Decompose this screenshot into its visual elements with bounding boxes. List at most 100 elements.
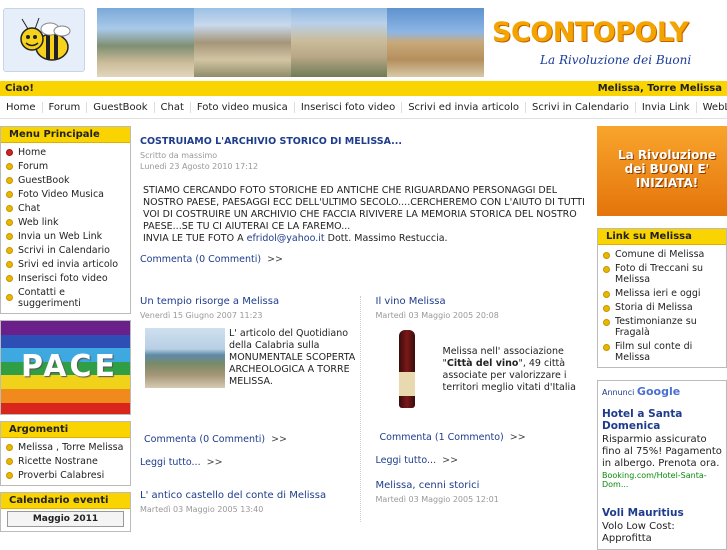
link-treccani[interactable]: Foto di Treccani su Melissa	[598, 261, 726, 286]
link-comune[interactable]: Comune di Melissa	[598, 247, 726, 261]
nav-foto-video-musica[interactable]: Foto video musica	[191, 102, 295, 113]
photo-town-houses	[290, 8, 388, 77]
bullet-icon	[6, 176, 13, 184]
main-article-title[interactable]: COSTRUIAMO L'ARCHIVIO STORICO DI MELISSA…	[140, 136, 588, 147]
nav-forum[interactable]: Forum	[43, 102, 88, 113]
comments-label: Commenta (1 Commento)	[379, 432, 504, 443]
read-more-tempio[interactable]: Leggi tutto... >>	[140, 457, 353, 468]
header-photo-strip	[97, 8, 484, 77]
photo-coast	[97, 8, 194, 77]
scontopoly-promo-banner[interactable]: La Rivoluzione dei BUONI E' INIZIATA!	[597, 126, 727, 216]
nav-inserisci-foto-video[interactable]: Inserisci foto video	[295, 102, 403, 113]
nav-weblink[interactable]: WebLink	[697, 102, 727, 113]
menu-item-label: Inserisci foto video	[18, 272, 108, 284]
scontopoly-logo[interactable]: SCONTOPOLY	[492, 17, 722, 48]
wine-bottle-icon	[398, 330, 415, 408]
nav-invia-link[interactable]: Invia Link	[636, 102, 697, 113]
sea-thumbnail[interactable]	[145, 328, 225, 388]
pace-flag-banner[interactable]: PACE	[0, 320, 131, 415]
argomenti-item-melissa[interactable]: Melissa , Torre Melissa	[1, 440, 130, 454]
main-article-send: INVIA LE TUE FOTO A efridol@yahoo.it Dot…	[143, 233, 585, 245]
wine-bottle-thumbnail[interactable]	[376, 328, 437, 410]
menu-item-forum[interactable]: Forum	[1, 159, 130, 173]
menu-item-guestbook[interactable]: GuestBook	[1, 173, 130, 187]
article-title-tempio[interactable]: Un tempio risorge a Melissa	[140, 296, 353, 307]
menu-item-label: Forum	[18, 160, 49, 172]
arrow-icon: >>	[206, 457, 223, 468]
bullet-icon	[6, 204, 13, 212]
ad-title-voli[interactable]: Voli Mauritius	[602, 507, 722, 519]
photo-tower	[387, 8, 484, 77]
menu-item-invia-articolo[interactable]: Srivi ed invia articolo	[1, 257, 130, 271]
menu-item-label: GuestBook	[18, 174, 70, 186]
argomenti-item-proverbi[interactable]: Proverbi Calabresi	[1, 468, 130, 482]
left-sidebar: Menu Principale Home Forum GuestBook Fot…	[0, 126, 131, 538]
menu-item-label: Foto Video Musica	[18, 188, 104, 200]
bullet-icon	[6, 218, 13, 226]
wine-label-icon	[398, 372, 415, 396]
ads-label[interactable]: Annunci Google	[602, 385, 722, 398]
email-link[interactable]: efridol@yahoo.it	[247, 233, 325, 244]
bullet-icon	[6, 471, 13, 479]
menu-item-label: Srivi ed invia articolo	[18, 258, 119, 270]
bullet-icon	[603, 318, 610, 326]
link-ieri-oggi[interactable]: Melissa ieri e oggi	[598, 286, 726, 300]
menu-item-label: Contatti e suggerimenti	[18, 286, 81, 309]
calendar-month-header[interactable]: Maggio 2011	[7, 511, 124, 527]
menu-principale-title: Menu Principale	[1, 127, 130, 143]
article-comments-tempio[interactable]: Commenta (0 Commenti) >>	[144, 434, 349, 445]
ads-label-text: Annunci	[602, 388, 635, 397]
article-date-castello: Martedì 03 Maggio 2005 13:40	[140, 505, 264, 514]
article-column-right: Il vino Melissa Martedì 03 Maggio 2005 2…	[361, 296, 596, 522]
calendario-title: Calendario eventi	[1, 493, 130, 509]
menu-item-home[interactable]: Home	[1, 145, 130, 159]
link-label: Foto di Treccani su Melissa	[615, 262, 704, 285]
menu-item-web-link[interactable]: Web link	[1, 215, 130, 229]
menu-item-inserisci-foto-video[interactable]: Inserisci foto video	[1, 271, 130, 285]
send-suffix: Dott. Massimo Restuccia.	[324, 233, 448, 244]
calendario-box: Calendario eventi Maggio 2011	[0, 492, 131, 532]
nav-guestbook[interactable]: GuestBook	[87, 102, 155, 113]
ad-title-hotel[interactable]: Hotel a Santa Domenica	[602, 408, 722, 432]
bee-logo[interactable]	[3, 8, 85, 72]
link-film-conte[interactable]: Film sul conte di Melissa	[598, 339, 726, 364]
comments-label: Commenta (0 Commenti)	[140, 254, 262, 265]
ad-text-hotel: Risparmio assicurato fino al 75%! Pagame…	[602, 434, 722, 469]
pace-stripe-purple	[1, 321, 130, 335]
nav-home[interactable]: Home	[0, 102, 43, 113]
bullet-icon	[6, 148, 13, 156]
menu-item-invia-web-link[interactable]: Invia un Web Link	[1, 229, 130, 243]
google-ads-box: Annunci Google Hotel a Santa Domenica Ri…	[597, 380, 727, 550]
pace-stripe-orange	[1, 388, 130, 403]
article-columns: Un tempio risorge a Melissa Venerdì 15 G…	[133, 296, 595, 522]
ad-url-hotel[interactable]: Booking.com/Hotel-Santa-Dom...	[602, 471, 722, 489]
nav-scrivi-calendario[interactable]: Scrivi in Calendario	[526, 102, 636, 113]
main-content: COSTRUIAMO L'ARCHIVIO STORICO DI MELISSA…	[133, 126, 595, 522]
menu-item-foto-video-musica[interactable]: Foto Video Musica	[1, 187, 130, 201]
bullet-icon	[6, 232, 13, 240]
read-more-label: Leggi tutto...	[140, 457, 201, 468]
link-storia[interactable]: Storia di Melissa	[598, 300, 726, 314]
link-fragala[interactable]: Testimonianze su Fragalà	[598, 314, 726, 339]
pace-stripe-red	[1, 402, 130, 414]
menu-item-chat[interactable]: Chat	[1, 201, 130, 215]
article-title-vino[interactable]: Il vino Melissa	[376, 296, 589, 307]
read-more-vino[interactable]: Leggi tutto... >>	[376, 455, 589, 466]
main-article-comments[interactable]: Commenta (0 Commenti) >>	[140, 254, 588, 265]
menu-item-label: Scrivi in Calendario	[18, 244, 110, 256]
article-title-castello[interactable]: L' antico castello del conte di Melissa	[140, 490, 353, 501]
argomenti-item-label: Proverbi Calabresi	[18, 469, 105, 481]
nav-scrivi-articolo[interactable]: Scrivi ed invia articolo	[402, 102, 527, 113]
nav-chat[interactable]: Chat	[155, 102, 191, 113]
article-comments-vino[interactable]: Commenta (1 Commento) >>	[380, 432, 585, 443]
menu-item-scrivi-calendario[interactable]: Scrivi in Calendario	[1, 243, 130, 257]
bullet-icon	[6, 457, 13, 465]
argomenti-item-ricette[interactable]: Ricette Nostrane	[1, 454, 130, 468]
bullet-icon	[6, 443, 13, 451]
menu-item-contatti[interactable]: Contatti e suggerimenti	[1, 285, 130, 310]
ad-text-voli: Volo Low Cost: Approfitta	[602, 521, 675, 544]
menu-item-label: Home	[18, 146, 47, 158]
article-date-cenni-storici: Martedì 03 Maggio 2005 12:01	[375, 495, 499, 504]
article-title-cenni-storici[interactable]: Melissa, cenni storici	[376, 480, 589, 491]
argomenti-box: Argomenti Melissa , Torre Melissa Ricett…	[0, 421, 131, 486]
